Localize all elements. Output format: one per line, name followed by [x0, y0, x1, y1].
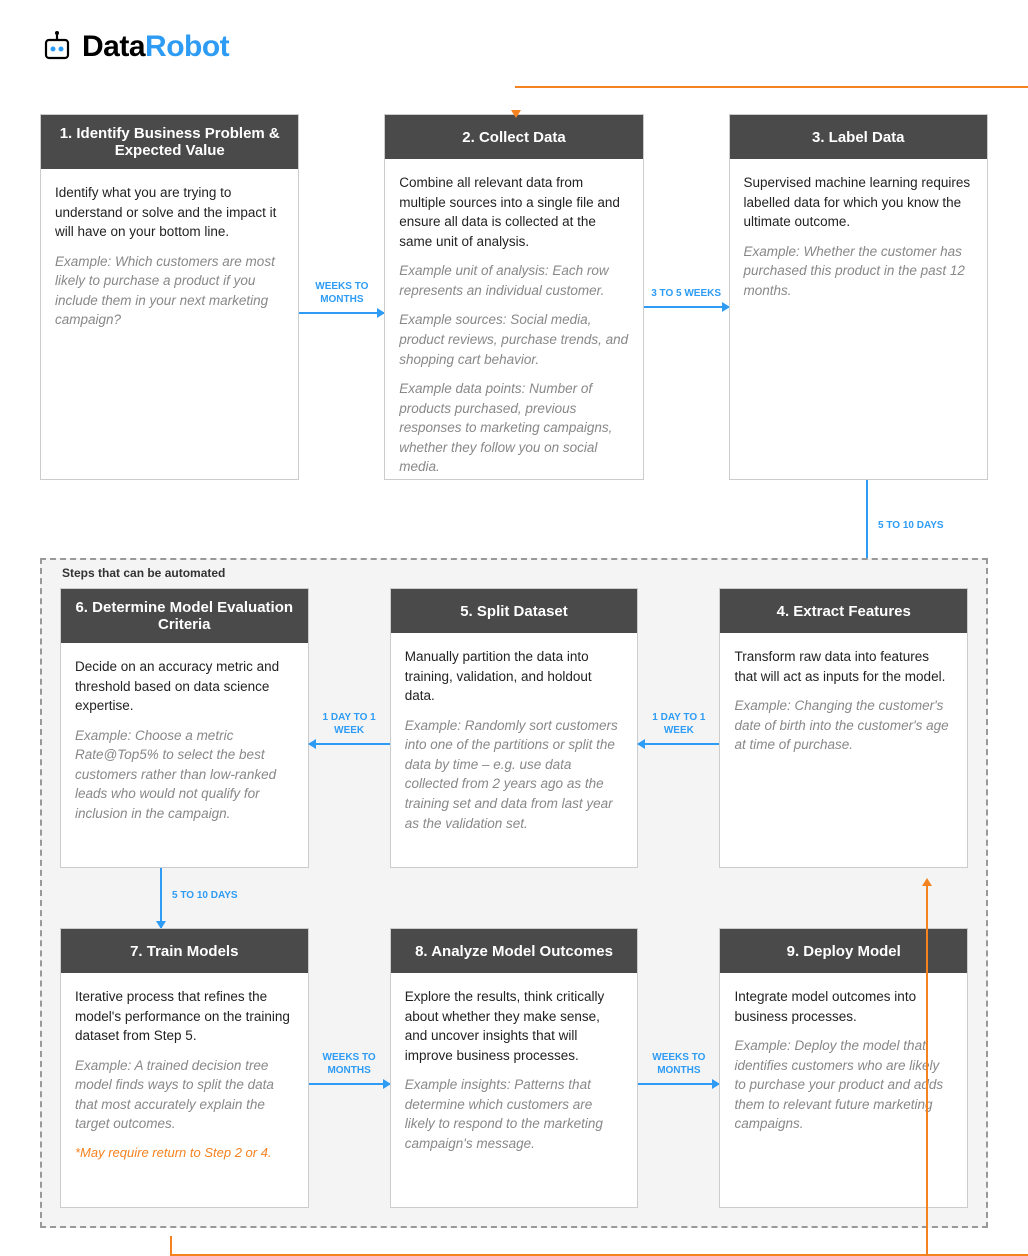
- step-5-example: Example: Randomly sort customers into on…: [405, 716, 624, 833]
- step-7-desc: Iterative process that refines the model…: [75, 987, 294, 1046]
- step-3-title: 3. Label Data: [730, 115, 987, 159]
- step-6-title: 6. Determine Model Evaluation Criteria: [61, 589, 308, 643]
- step-1-card: 1. Identify Business Problem & Expected …: [40, 114, 299, 480]
- step-7-body: Iterative process that refines the model…: [61, 973, 308, 1207]
- arrow-right-icon: [309, 1083, 390, 1085]
- connector-1-2: WEEKS TO MONTHS: [299, 114, 384, 480]
- feedback-path-bottom: [170, 1236, 1028, 1256]
- connector-6-7-label: 5 TO 10 DAYS: [172, 890, 238, 901]
- step-2-ex3: Example data points: Number of products …: [399, 379, 628, 477]
- brand-text-robot: Robot: [145, 30, 229, 63]
- arrow-up-icon: [922, 878, 932, 886]
- row-gap-2-3: 5 TO 10 DAYS: [60, 868, 968, 928]
- arrow-left-icon: [638, 743, 719, 745]
- step-9-card: 9. Deploy Model Integrate model outcomes…: [719, 928, 968, 1208]
- connector-6-7: 5 TO 10 DAYS: [160, 868, 162, 928]
- step-3-example: Example: Whether the customer has purcha…: [744, 242, 973, 301]
- step-8-desc: Explore the results, think critically ab…: [405, 987, 624, 1065]
- step-5-desc: Manually partition the data into trainin…: [405, 647, 624, 706]
- brand-logo: DataRobot: [40, 30, 988, 64]
- step-6-card: 6. Determine Model Evaluation Criteria D…: [60, 588, 309, 868]
- row-3: 7. Train Models Iterative process that r…: [60, 928, 968, 1208]
- step-4-desc: Transform raw data into features that wi…: [734, 647, 953, 686]
- step-4-body: Transform raw data into features that wi…: [720, 633, 967, 867]
- step-2-ex1: Example unit of analysis: Each row repre…: [399, 261, 628, 300]
- step-6-body: Decide on an accuracy metric and thresho…: [61, 643, 308, 867]
- connector-5-6: 1 DAY TO 1 WEEK: [309, 588, 390, 868]
- arrow-right-icon: [299, 312, 384, 314]
- connector-4-5: 1 DAY TO 1 WEEK: [638, 588, 719, 868]
- step-2-title: 2. Collect Data: [385, 115, 642, 159]
- automation-box: Steps that can be automated 6. Determine…: [40, 558, 988, 1228]
- brand-text-data: Data: [82, 30, 145, 63]
- step-9-title: 9. Deploy Model: [720, 929, 967, 973]
- step-8-title: 8. Analyze Model Outcomes: [391, 929, 638, 973]
- arrow-right-icon: [638, 1083, 719, 1085]
- automation-box-label: Steps that can be automated: [62, 566, 225, 580]
- step-1-body: Identify what you are trying to understa…: [41, 169, 298, 479]
- connector-3-4-label: 5 TO 10 DAYS: [878, 520, 944, 531]
- connector-8-9-label: WEEKS TO MONTHS: [638, 1051, 719, 1077]
- connector-7-8-label: WEEKS TO MONTHS: [309, 1051, 390, 1077]
- step-2-card: 2. Collect Data Combine all relevant dat…: [384, 114, 643, 480]
- connector-2-3: 3 TO 5 WEEKS: [644, 114, 729, 480]
- step-7-title: 7. Train Models: [61, 929, 308, 973]
- step-5-body: Manually partition the data into trainin…: [391, 633, 638, 867]
- step-2-body: Combine all relevant data from multiple …: [385, 159, 642, 501]
- step-8-card: 8. Analyze Model Outcomes Explore the re…: [390, 928, 639, 1208]
- step-2-ex2: Example sources: Social media, product r…: [399, 310, 628, 369]
- step-4-card: 4. Extract Features Transform raw data i…: [719, 588, 968, 868]
- step-5-card: 5. Split Dataset Manually partition the …: [390, 588, 639, 868]
- step-9-example: Example: Deploy the model that identifie…: [734, 1036, 953, 1134]
- step-2-desc: Combine all relevant data from multiple …: [399, 173, 628, 251]
- row-1: 1. Identify Business Problem & Expected …: [40, 114, 988, 480]
- brand-text: DataRobot: [82, 30, 229, 64]
- row-2: 6. Determine Model Evaluation Criteria D…: [60, 588, 968, 868]
- workflow-diagram: 1. Identify Business Problem & Expected …: [40, 114, 988, 1228]
- step-9-body: Integrate model outcomes into business p…: [720, 973, 967, 1207]
- step-3-desc: Supervised machine learning requires lab…: [744, 173, 973, 232]
- step-8-example: Example insights: Patterns that determin…: [405, 1075, 624, 1153]
- step-7-example: Example: A trained decision tree model f…: [75, 1056, 294, 1134]
- step-9-desc: Integrate model outcomes into business p…: [734, 987, 953, 1026]
- arrow-down-icon: [160, 868, 162, 928]
- step-5-title: 5. Split Dataset: [391, 589, 638, 633]
- step-8-body: Explore the results, think critically ab…: [391, 973, 638, 1207]
- step-3-card: 3. Label Data Supervised machine learnin…: [729, 114, 988, 480]
- feedback-arrow-to-step-2: [515, 86, 1028, 114]
- robot-icon: [40, 30, 74, 64]
- connector-2-3-label: 3 TO 5 WEEKS: [647, 287, 725, 300]
- step-6-example: Example: Choose a metric Rate@Top5% to s…: [75, 726, 294, 824]
- step-3-body: Supervised machine learning requires lab…: [730, 159, 987, 479]
- step-1-example: Example: Which customers are most likely…: [55, 252, 284, 330]
- step-1-desc: Identify what you are trying to understa…: [55, 183, 284, 242]
- step-7-note: *May require return to Step 2 or 4.: [75, 1144, 294, 1163]
- connector-1-2-label: WEEKS TO MONTHS: [299, 280, 384, 306]
- step-4-example: Example: Changing the customer's date of…: [734, 696, 953, 755]
- connector-5-6-label: 1 DAY TO 1 WEEK: [309, 711, 390, 737]
- step-4-title: 4. Extract Features: [720, 589, 967, 633]
- arrow-down-icon: [511, 110, 521, 118]
- connector-7-8: WEEKS TO MONTHS: [309, 928, 390, 1208]
- step-7-card: 7. Train Models Iterative process that r…: [60, 928, 309, 1208]
- step-1-title: 1. Identify Business Problem & Expected …: [41, 115, 298, 169]
- arrow-right-icon: [644, 306, 729, 308]
- arrow-left-icon: [309, 743, 390, 745]
- step-6-desc: Decide on an accuracy metric and thresho…: [75, 657, 294, 716]
- connector-8-9: WEEKS TO MONTHS: [638, 928, 719, 1208]
- connector-4-5-label: 1 DAY TO 1 WEEK: [638, 711, 719, 737]
